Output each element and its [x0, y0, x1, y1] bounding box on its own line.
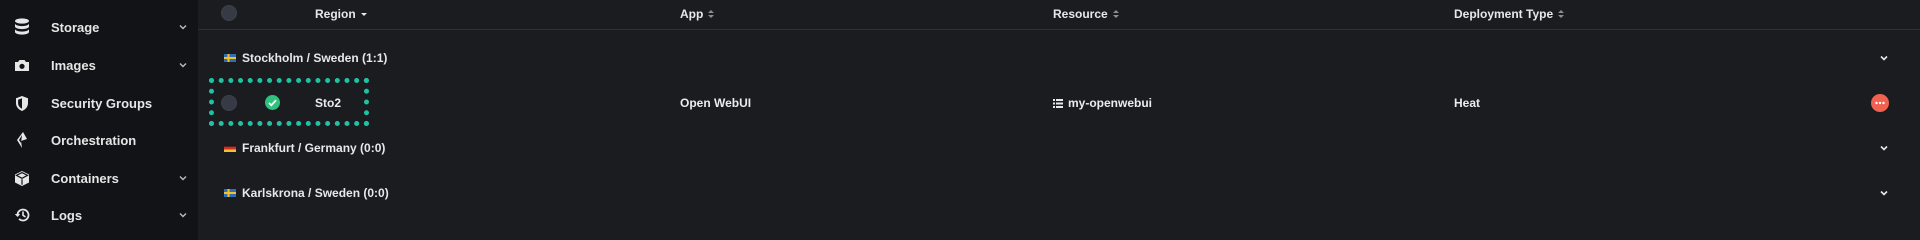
box-icon — [13, 169, 31, 187]
highlight-box — [209, 78, 369, 126]
chevron-down-icon[interactable] — [1879, 188, 1889, 198]
sort-icon — [1112, 10, 1119, 18]
region-group-karlskrona[interactable]: Karlskrona / Sweden (0:0) — [198, 181, 1920, 205]
sidebar-item-images[interactable]: Images — [0, 50, 198, 80]
column-header-resource[interactable]: Resource — [1053, 7, 1120, 21]
region-group-label: Frankfurt / Germany (0:0) — [242, 141, 386, 155]
sidebar-item-security-groups[interactable]: Security Groups — [0, 88, 198, 118]
history-icon — [13, 206, 31, 224]
sort-icon — [1558, 10, 1565, 18]
sweden-flag-icon — [224, 189, 236, 197]
sidebar-item-label: Orchestration — [51, 132, 137, 148]
more-horizontal-icon — [1875, 101, 1885, 105]
sidebar-item-storage[interactable]: Storage — [0, 12, 198, 42]
column-header-label: Deployment Type — [1454, 7, 1554, 21]
row-actions-button[interactable] — [1871, 94, 1889, 112]
sidebar-item-label: Security Groups — [51, 95, 153, 111]
region-group-stockholm[interactable]: Stockholm / Sweden (1:1) — [198, 46, 1920, 70]
column-header-app[interactable]: App — [680, 7, 715, 21]
deployment-type-cell: Heat — [1454, 96, 1481, 110]
region-group-label: Stockholm / Sweden (1:1) — [242, 51, 388, 65]
sidebar-item-label: Logs — [51, 207, 83, 223]
camera-icon — [13, 56, 31, 74]
sort-desc-icon — [360, 13, 367, 16]
chevron-down-icon — [179, 213, 187, 218]
column-header-deployment-type[interactable]: Deployment Type — [1454, 7, 1565, 21]
orchestration-icon — [13, 131, 31, 149]
table-header: Region App Resource Deployment Type — [198, 0, 1920, 30]
column-header-label: Resource — [1053, 7, 1108, 21]
sweden-flag-icon — [224, 54, 236, 62]
chevron-down-icon[interactable] — [1879, 143, 1889, 153]
region-group-label: Karlskrona / Sweden (0:0) — [242, 186, 389, 200]
chevron-down-icon — [179, 63, 187, 68]
deployments-table: Region App Resource Deployment Type Stoc… — [198, 0, 1920, 240]
chevron-down-icon[interactable] — [1879, 53, 1889, 63]
sidebar-item-logs[interactable]: Logs — [0, 200, 198, 230]
chevron-down-icon — [179, 25, 187, 30]
germany-flag-icon — [224, 144, 236, 152]
column-header-label: App — [680, 7, 704, 21]
list-icon — [1053, 98, 1063, 108]
region-group-frankfurt[interactable]: Frankfurt / Germany (0:0) — [198, 136, 1920, 160]
app-cell: Open WebUI — [680, 96, 752, 110]
sidebar-item-orchestration[interactable]: Orchestration — [0, 125, 198, 155]
chevron-down-icon — [179, 176, 187, 181]
sidebar: Storage Images Security Groups Orchestra… — [0, 0, 198, 240]
sidebar-item-label: Containers — [51, 170, 119, 186]
resource-name[interactable]: my-openwebui — [1068, 96, 1152, 110]
shield-icon — [13, 94, 31, 112]
database-icon — [13, 18, 31, 36]
sort-icon — [708, 10, 715, 18]
sidebar-item-label: Images — [51, 57, 96, 73]
sidebar-item-label: Storage — [51, 19, 100, 35]
select-all-checkbox[interactable] — [221, 5, 237, 21]
resource-cell[interactable]: my-openwebui — [1053, 96, 1152, 110]
sidebar-item-containers[interactable]: Containers — [0, 163, 198, 193]
column-header-label: Region — [315, 7, 356, 21]
column-header-region[interactable]: Region — [315, 7, 368, 21]
